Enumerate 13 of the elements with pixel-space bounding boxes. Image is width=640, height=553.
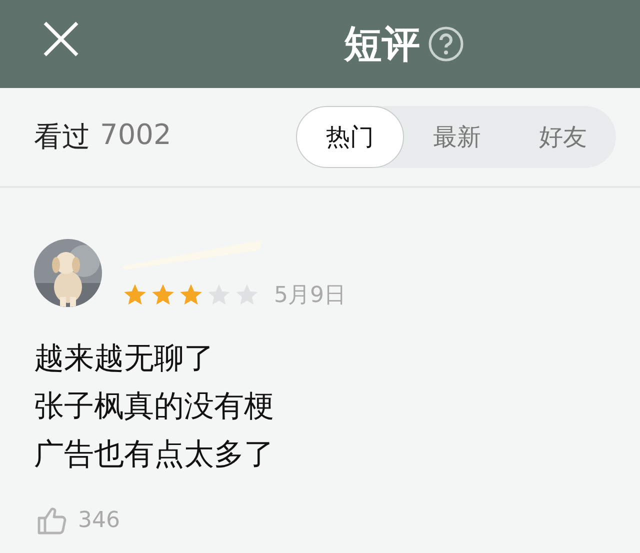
watched-count: 7002 [100, 118, 172, 153]
review-text: 广告也有点太多了 [34, 436, 275, 474]
like-count: 346 [78, 508, 120, 532]
review-text: 张子枫真的没有梗 [34, 388, 275, 426]
review-date: 5月9日 [274, 282, 346, 310]
sort-tab[interactable]: 好友 [510, 106, 616, 168]
page-title: 短评 [344, 25, 420, 63]
watched-label: 看过 [34, 119, 90, 155]
sort-tab[interactable]: 最新 [404, 106, 510, 168]
sort-tab[interactable]: 热门 [296, 106, 404, 168]
review-text: 越来越无聊了 [34, 340, 215, 378]
help-icon[interactable] [428, 26, 464, 62]
close-icon[interactable] [42, 20, 80, 58]
